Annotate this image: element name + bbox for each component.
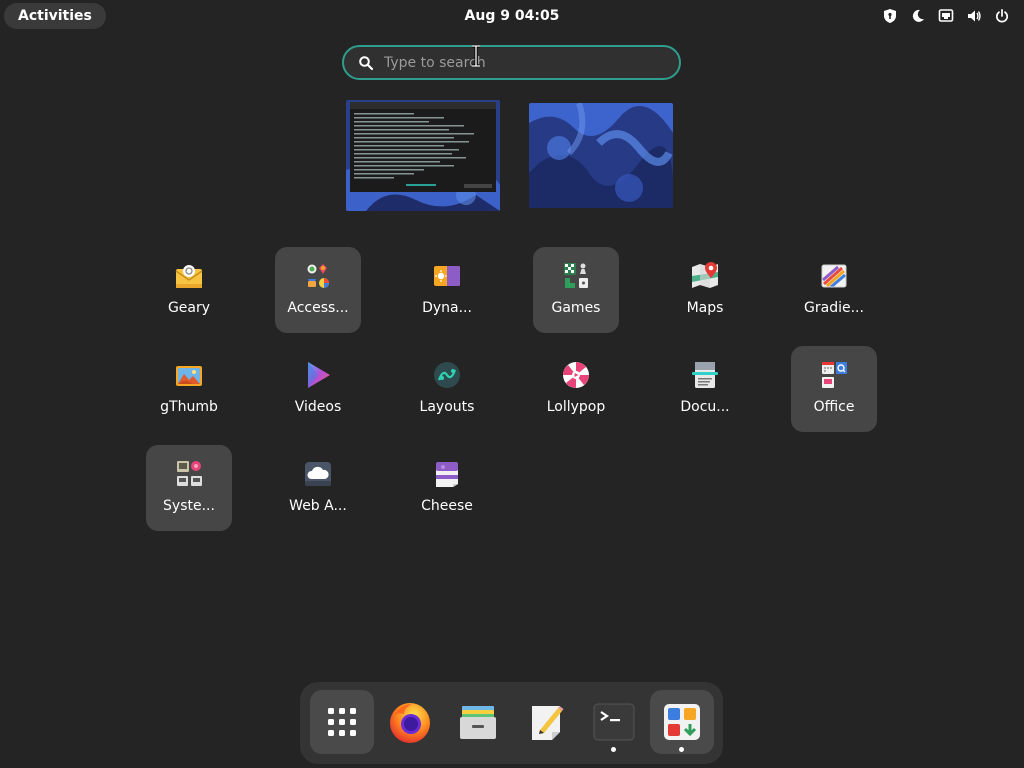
- activities-button[interactable]: Activities: [4, 3, 106, 29]
- dock-firefox[interactable]: [378, 690, 442, 754]
- app-gthumb[interactable]: gThumb: [146, 346, 232, 432]
- folder-accessories[interactable]: Access...: [275, 247, 361, 333]
- text-editor-icon: [532, 706, 564, 740]
- clock: Aug 9 04:05: [0, 0, 1024, 32]
- night-light-icon[interactable]: [904, 0, 932, 32]
- folder-system[interactable]: Syste...: [146, 445, 232, 531]
- files-icon: [460, 706, 496, 739]
- app-maps[interactable]: Maps: [662, 247, 748, 333]
- app-label: Games: [551, 300, 601, 316]
- app-label: Office: [813, 399, 855, 415]
- app-label: Syste...: [163, 498, 215, 514]
- app-label: Geary: [167, 300, 211, 316]
- app-label: Cheese: [421, 498, 473, 514]
- dock-software[interactable]: [650, 690, 714, 754]
- app-label: Docu...: [680, 399, 730, 415]
- dock-text-editor[interactable]: [514, 690, 578, 754]
- app-geary[interactable]: Geary: [146, 247, 232, 333]
- folder-games[interactable]: Games: [533, 247, 619, 333]
- web-apps-icon: [302, 458, 334, 490]
- maps-icon: [689, 260, 721, 292]
- workspace-thumbnail-1[interactable]: [346, 100, 500, 211]
- power-icon[interactable]: [988, 0, 1016, 32]
- cheese-icon: [431, 458, 463, 490]
- text-cursor-icon: [472, 45, 480, 67]
- firefox-icon: [390, 703, 430, 743]
- app-web-apps[interactable]: Web A...: [275, 445, 361, 531]
- app-layouts[interactable]: Layouts: [404, 346, 490, 432]
- system-tray[interactable]: [876, 0, 1016, 32]
- app-document-scanner[interactable]: Docu...: [662, 346, 748, 432]
- running-indicator: [679, 747, 684, 752]
- app-gradience[interactable]: Gradie...: [791, 247, 877, 333]
- network-wired-icon[interactable]: [932, 0, 960, 32]
- dynamic-wallpaper-icon: [431, 260, 463, 292]
- document-scanner-icon: [689, 359, 721, 391]
- search-input[interactable]: [384, 54, 679, 71]
- app-label: Web A...: [289, 498, 347, 514]
- app-videos[interactable]: Videos: [275, 346, 361, 432]
- app-grid-icon: [328, 708, 356, 736]
- app-label: Maps: [686, 300, 724, 316]
- videos-icon: [302, 359, 334, 391]
- app-label: Gradie...: [804, 300, 864, 316]
- terminal-icon: [593, 703, 635, 741]
- app-label: Access...: [287, 300, 349, 316]
- folder-office[interactable]: Office: [791, 346, 877, 432]
- top-bar: Activities Aug 9 04:05: [0, 0, 1024, 32]
- gradience-icon: [818, 260, 850, 292]
- dock-terminal[interactable]: [582, 690, 646, 754]
- system-folder-icon: [173, 458, 205, 490]
- geary-icon: [173, 260, 205, 292]
- games-folder-icon: [560, 260, 592, 292]
- search-icon: [359, 55, 374, 70]
- workspace-thumbnail-2[interactable]: [529, 103, 673, 208]
- software-icon: [664, 704, 700, 740]
- layouts-icon: [431, 359, 463, 391]
- accessories-folder-icon: [302, 260, 334, 292]
- search-entry[interactable]: [342, 45, 681, 80]
- app-cheese[interactable]: Cheese: [404, 445, 490, 531]
- privacy-shield-icon[interactable]: [876, 0, 904, 32]
- show-apps-button[interactable]: [310, 690, 374, 754]
- app-label: Videos: [294, 399, 342, 415]
- clock-button[interactable]: Aug 9 04:05: [465, 8, 560, 24]
- gthumb-icon: [173, 359, 205, 391]
- lollypop-icon: [560, 359, 592, 391]
- app-label: Lollypop: [546, 399, 606, 415]
- app-dynamic-wallpaper[interactable]: Dyna...: [404, 247, 490, 333]
- dash: [300, 682, 723, 764]
- app-label: Layouts: [419, 399, 475, 415]
- app-label: Dyna...: [422, 300, 472, 316]
- running-indicator: [611, 747, 616, 752]
- office-folder-icon: [818, 359, 850, 391]
- app-lollypop[interactable]: Lollypop: [533, 346, 619, 432]
- dock-files[interactable]: [446, 690, 510, 754]
- volume-icon[interactable]: [960, 0, 988, 32]
- app-label: gThumb: [160, 399, 218, 415]
